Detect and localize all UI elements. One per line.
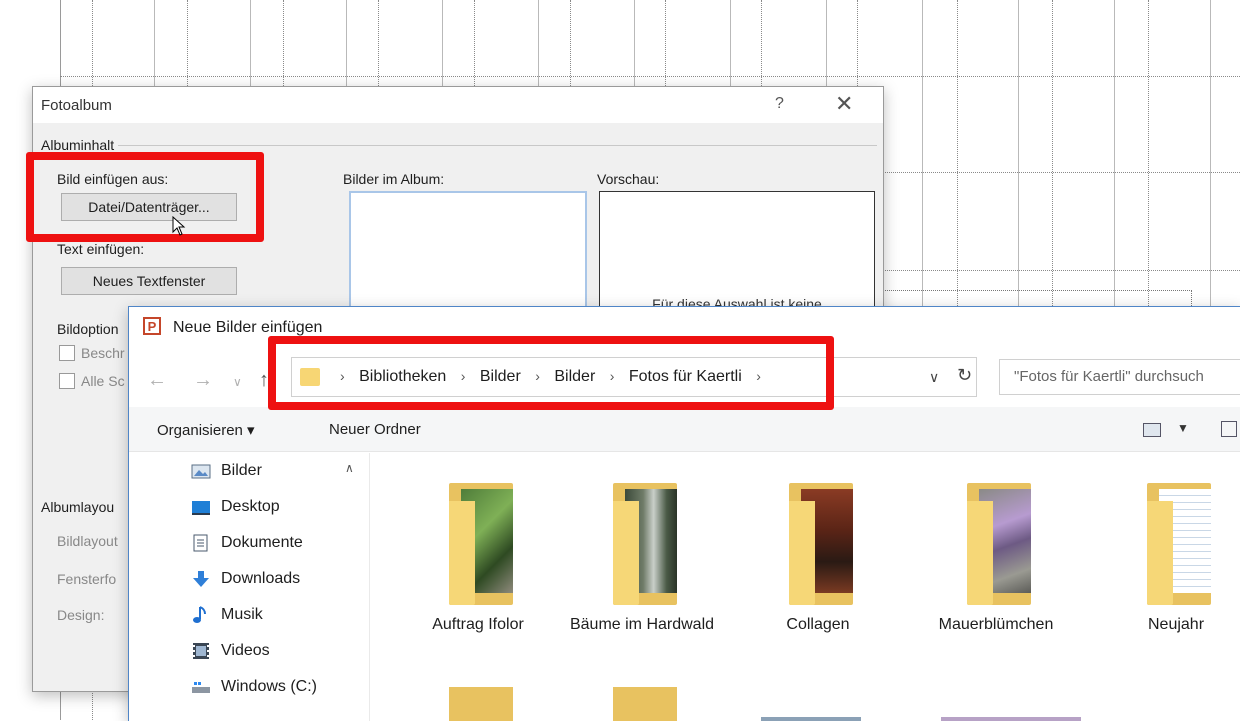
folder-icon (1147, 483, 1211, 605)
captions-option-label: Beschr (81, 345, 125, 361)
new-folder-button[interactable]: Neuer Ordner (329, 421, 421, 438)
search-input[interactable]: "Fotos für Kaertli" durchsuch (999, 359, 1240, 395)
back-arrow-icon[interactable]: ← (147, 369, 167, 392)
folder-label: Neujahr (1147, 616, 1205, 633)
refresh-icon[interactable]: ↻ (957, 365, 972, 386)
scroll-up-icon[interactable]: ∧ (345, 461, 354, 475)
drive-icon (191, 678, 211, 696)
folder-label: Collagen (786, 616, 850, 633)
picture-layout-label: Bildlayout (57, 533, 118, 549)
image-thumbnail[interactable] (941, 717, 1081, 721)
file-content-area: Auftrag Ifolor Bäume im Hardwald Collage… (371, 453, 1240, 721)
folder-label: Mauerblümchen (938, 616, 1054, 633)
pictures-in-album-label: Bilder im Album: (343, 171, 445, 187)
folder-label: Bäume im Hardwald (569, 616, 715, 633)
help-button[interactable]: ? (775, 95, 784, 113)
nav-item-downloads[interactable]: Downloads (191, 567, 300, 591)
highlight-breadcrumb (268, 336, 834, 410)
new-textbox-button[interactable]: Neues Textfenster (61, 267, 237, 295)
folder-icon (967, 483, 1031, 605)
documents-icon (191, 534, 211, 552)
frame-shape-label: Fensterfo (57, 571, 117, 587)
album-titlebar: Fotoalbum ? ✕ (33, 87, 883, 123)
nav-item-windows-c[interactable]: Windows (C:) (191, 675, 317, 699)
nav-item-label: Downloads (221, 570, 301, 587)
preview-label: Vorschau: (597, 171, 660, 187)
close-icon[interactable]: ✕ (835, 91, 853, 117)
view-icon[interactable] (1143, 423, 1161, 437)
folder-icon[interactable] (613, 687, 677, 721)
album-layout-label: Albumlayou (41, 499, 115, 515)
group-divider (41, 145, 877, 146)
all-black-white-checkbox[interactable] (59, 373, 75, 389)
captions-checkbox[interactable] (59, 345, 75, 361)
insert-text-label: Text einfügen: (57, 241, 145, 257)
nav-item-label: Bilder (221, 462, 262, 479)
desktop-icon (191, 498, 211, 516)
videos-icon (191, 642, 211, 660)
music-icon (191, 606, 211, 624)
grid-line (60, 76, 1240, 77)
image-thumbnail[interactable] (761, 717, 861, 721)
file-dialog-title: Neue Bilder einfügen (173, 319, 323, 336)
highlight-insert-from (26, 152, 264, 242)
design-label: Design: (57, 607, 105, 623)
nav-item-label: Videos (221, 642, 270, 659)
file-dialog-toolbar: Organisieren ▾ Neuer Ordner ▼ (129, 407, 1240, 452)
album-content-group-label: Albuminhalt (41, 137, 119, 153)
folder-icon (789, 483, 853, 605)
view-dropdown-icon[interactable]: ▼ (1177, 421, 1189, 435)
preview-pane-icon[interactable] (1221, 421, 1237, 437)
nav-item-label: Windows (C:) (221, 678, 318, 695)
forward-arrow-icon[interactable]: → (193, 369, 213, 392)
folder-icon (449, 483, 513, 605)
navigation-pane: ∧ Bilder Desktop Dokumente Downloads Mus… (129, 453, 370, 721)
nav-item-bilder[interactable]: Bilder (191, 459, 262, 483)
organize-button[interactable]: Organisieren ▾ (157, 421, 255, 439)
nav-item-videos[interactable]: Videos (191, 639, 270, 663)
folder-icon[interactable] (449, 687, 513, 721)
nav-item-dokumente[interactable]: Dokumente (191, 531, 303, 555)
picture-options-label: Bildoption (57, 321, 119, 337)
all-black-white-label: Alle Sc (81, 373, 125, 389)
pictures-icon (191, 462, 211, 480)
nav-item-label: Desktop (221, 498, 280, 515)
address-dropdown-icon[interactable]: ∨ (929, 369, 939, 386)
downloads-icon (191, 570, 211, 588)
mouse-cursor-icon (172, 216, 186, 236)
album-dialog-title: Fotoalbum (41, 97, 112, 114)
nav-item-label: Dokumente (221, 534, 303, 551)
recent-dropdown-icon[interactable]: ∨ (233, 375, 242, 389)
nav-item-musik[interactable]: Musik (191, 603, 263, 627)
powerpoint-icon: P (143, 317, 161, 335)
folder-icon (613, 483, 677, 605)
folder-label: Auftrag Ifolor (432, 616, 524, 633)
nav-item-label: Musik (221, 606, 263, 623)
nav-item-desktop[interactable]: Desktop (191, 495, 280, 519)
